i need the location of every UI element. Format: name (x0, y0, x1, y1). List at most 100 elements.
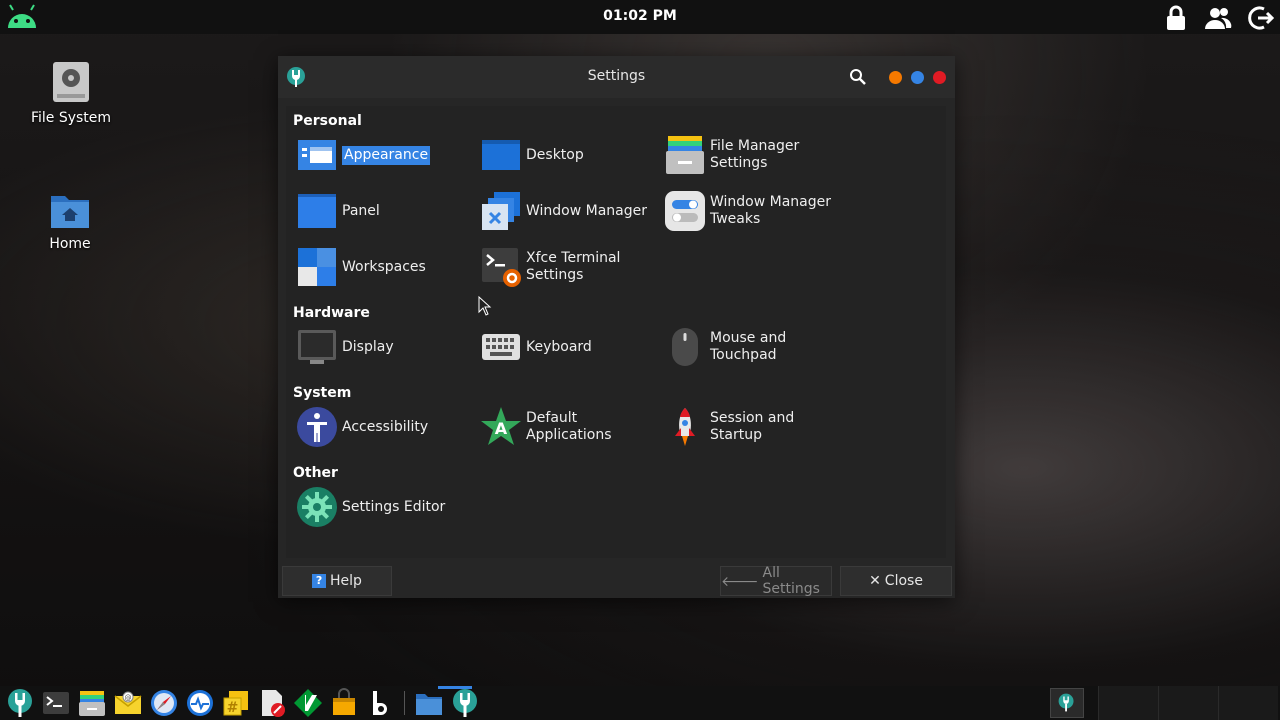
appearance-icon (296, 134, 338, 176)
package-icon[interactable] (328, 688, 360, 718)
vim-icon[interactable] (292, 688, 324, 718)
panel-icon (296, 190, 338, 232)
section-title-personal: Personal (293, 113, 362, 129)
item-workspaces[interactable]: Workspaces (293, 245, 477, 289)
taskbar-window-button[interactable] (1050, 688, 1084, 718)
item-display[interactable]: Display (293, 325, 477, 369)
minimize-button[interactable] (889, 71, 902, 84)
item-settings-editor[interactable]: Settings Editor (293, 485, 477, 529)
svg-text:A: A (495, 419, 508, 438)
help-button[interactable]: ? Help (282, 566, 392, 596)
keyboard-icon (480, 326, 522, 368)
section-title-system: System (293, 385, 352, 401)
item-label: Window Manager Tweaks (710, 194, 832, 227)
settings-content: Personal Appearance Desktop File Manager… (286, 106, 946, 558)
drive-icon (21, 60, 121, 104)
workspace-1[interactable] (1098, 686, 1158, 720)
item-label: Default Applications (526, 410, 612, 443)
folder-icon[interactable] (413, 688, 445, 718)
document-edit-icon[interactable] (256, 688, 288, 718)
rocket-icon (664, 406, 706, 448)
item-label: Keyboard (526, 338, 592, 355)
workspaces-icon (296, 246, 338, 288)
item-accessibility[interactable]: Accessibility (293, 405, 477, 449)
bottom-panel: @ # (0, 686, 1280, 720)
item-label: Settings Editor (342, 498, 446, 515)
window-titlebar[interactable]: Settings (278, 56, 955, 98)
lock-icon[interactable] (1162, 4, 1190, 32)
toggle-switches-icon (664, 190, 706, 232)
item-window-manager[interactable]: Window Manager (477, 189, 661, 233)
svg-text:#: # (227, 700, 239, 716)
item-label: File Manager Settings (710, 138, 800, 171)
section-title-other: Other (293, 465, 338, 481)
all-settings-label: All Settings (762, 565, 820, 597)
mail-icon[interactable]: @ (112, 688, 144, 718)
file-manager-icon[interactable] (76, 688, 108, 718)
monitor-icon (296, 326, 338, 368)
item-window-manager-tweaks[interactable]: Window Manager Tweaks (661, 189, 845, 233)
maximize-button[interactable] (911, 71, 924, 84)
item-label: Accessibility (342, 418, 429, 435)
close-button[interactable]: ✕ Close (840, 566, 952, 596)
top-panel: 01:02 PM (0, 0, 1280, 34)
terminal-icon[interactable] (40, 688, 72, 718)
item-label: Mouse and Touchpad (710, 330, 787, 363)
close-label: Close (884, 573, 923, 589)
launcher-separator (404, 691, 405, 715)
users-icon[interactable] (1204, 4, 1232, 32)
close-icon: ✕ (869, 573, 881, 589)
item-label: Session and Startup (710, 410, 795, 443)
item-panel[interactable]: Panel (293, 189, 477, 233)
search-icon[interactable] (849, 68, 867, 86)
help-label: Help (330, 573, 362, 589)
desktop-icon-home[interactable]: Home (20, 190, 120, 252)
section-title-hardware: Hardware (293, 305, 370, 321)
item-label: Appearance (342, 145, 431, 165)
workspace-2[interactable] (1158, 686, 1218, 720)
item-desktop[interactable]: Desktop (477, 133, 661, 177)
workspace-3[interactable] (1218, 686, 1278, 720)
hashtag-icon[interactable]: # (220, 688, 252, 718)
task-manager-icon[interactable] (184, 688, 216, 718)
item-label: Window Manager (526, 202, 648, 219)
clock[interactable]: 01:02 PM (0, 8, 1280, 24)
accessibility-icon (296, 406, 338, 448)
settings-icon[interactable] (4, 688, 36, 718)
mouse-icon (664, 326, 706, 368)
item-keyboard[interactable]: Keyboard (477, 325, 661, 369)
item-label: Desktop (526, 146, 584, 163)
settings-active-icon[interactable] (449, 688, 481, 718)
desktop-icon (480, 134, 522, 176)
desktop-icon-label: Home (49, 236, 91, 252)
item-default-applications[interactable]: A Default Applications (477, 405, 661, 449)
terminal-settings-icon (480, 246, 522, 288)
web-browser-icon[interactable] (148, 688, 180, 718)
window-close-button[interactable] (933, 71, 946, 84)
item-label: Workspaces (342, 258, 426, 275)
mouse-cursor-icon (478, 295, 492, 316)
home-folder-icon (20, 190, 120, 230)
arrow-left-icon: 🡐 (721, 573, 759, 590)
desktop-icon-label: File System (30, 110, 112, 126)
logout-icon[interactable] (1246, 4, 1275, 32)
item-appearance[interactable]: Appearance (293, 133, 477, 177)
bold-b-icon[interactable] (364, 688, 396, 718)
all-settings-button[interactable]: 🡐 All Settings (720, 565, 832, 597)
workspace-switcher (1098, 686, 1278, 720)
item-label: Panel (342, 202, 380, 219)
file-manager-settings-icon (664, 134, 706, 176)
help-icon: ? (312, 574, 327, 588)
window-manager-icon (480, 190, 522, 232)
svg-text:@: @ (125, 694, 132, 702)
default-apps-star-icon: A (480, 406, 522, 448)
item-file-manager-settings[interactable]: File Manager Settings (661, 133, 845, 177)
item-label: Xfce Terminal Settings (526, 250, 621, 283)
settings-window: Settings Personal Appearance Desktop Fil… (278, 56, 955, 598)
item-label: Display (342, 338, 394, 355)
item-mouse-touchpad[interactable]: Mouse and Touchpad (661, 325, 845, 369)
item-session-startup[interactable]: Session and Startup (661, 405, 845, 449)
desktop-icon-file-system[interactable]: File System (21, 60, 121, 126)
item-xfce-terminal-settings[interactable]: Xfce Terminal Settings (477, 245, 661, 289)
settings-editor-gear-icon (296, 486, 338, 528)
